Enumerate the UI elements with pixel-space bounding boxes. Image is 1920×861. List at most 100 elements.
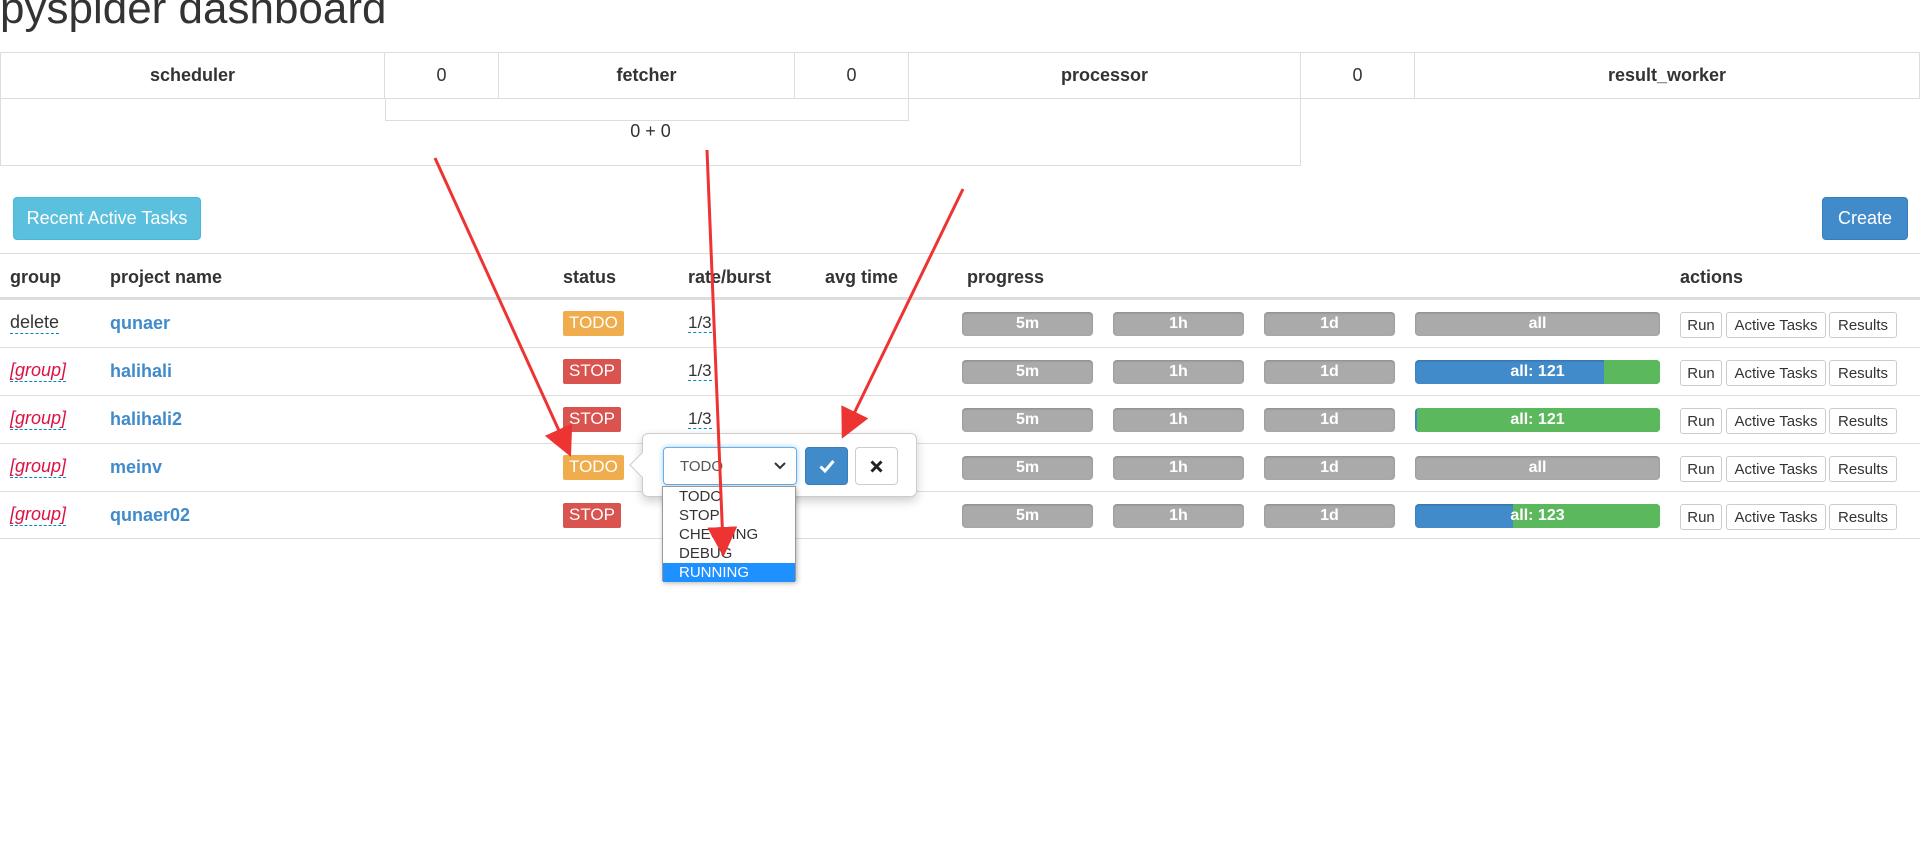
- progress-all: all: 121: [1415, 360, 1660, 384]
- progress-1h-label: 1h: [1169, 459, 1188, 476]
- progress-all-label: all: 123: [1510, 507, 1565, 524]
- status-badge[interactable]: TODO: [563, 310, 624, 337]
- active-tasks-button[interactable]: Active Tasks: [1726, 408, 1826, 434]
- header-actions: actions: [1680, 267, 1744, 287]
- progress-all-label: all: 121: [1510, 411, 1565, 428]
- progress-all: all: [1415, 456, 1660, 480]
- table-row: [group] meinv TODO 5m 1h 1d all Run Acti…: [0, 443, 1920, 491]
- status-dropdown-list: TODO STOP CHECKING DEBUG RUNNING: [662, 486, 796, 582]
- progress-5m: 5m: [962, 504, 1093, 528]
- header-progress: progress: [967, 267, 1045, 287]
- project-name-link[interactable]: halihali: [110, 361, 172, 382]
- progress-1d-label: 1d: [1320, 315, 1339, 332]
- progress-all: all: [1415, 312, 1660, 336]
- group-editable[interactable]: [group]: [10, 360, 67, 382]
- project-name-link[interactable]: meinv: [110, 457, 162, 478]
- progress-1h: 1h: [1113, 360, 1244, 384]
- status-option-checking[interactable]: CHECKING: [663, 525, 795, 544]
- progress-5m-label: 5m: [1015, 411, 1040, 428]
- progress-all: all: 121: [1415, 408, 1660, 432]
- progress-all-label: all: 121: [1510, 363, 1565, 380]
- progress-all-label: all: [1528, 315, 1547, 332]
- progress-1h-label: 1h: [1169, 507, 1188, 524]
- status-select-value: TODO: [680, 457, 724, 475]
- run-button[interactable]: Run: [1680, 504, 1722, 530]
- group-editable[interactable]: [group]: [10, 408, 67, 430]
- header-rate: rate/burst: [688, 267, 772, 287]
- results-button[interactable]: Results: [1829, 504, 1897, 530]
- progress-1h-label: 1h: [1169, 363, 1188, 380]
- table-row: [group] halihali2 STOP 1/3 5m 1h 1d all:…: [0, 395, 1920, 443]
- progress-1d-label: 1d: [1320, 507, 1339, 524]
- run-button[interactable]: Run: [1680, 408, 1722, 434]
- stat-processor-value: 0: [1300, 52, 1415, 99]
- progress-1d-label: 1d: [1320, 459, 1339, 476]
- progress-1h-label: 1h: [1169, 411, 1188, 428]
- active-tasks-button[interactable]: Active Tasks: [1726, 456, 1826, 482]
- progress-1d: 1d: [1264, 504, 1395, 528]
- header-avg-time: avg time: [825, 267, 899, 287]
- run-button[interactable]: Run: [1680, 312, 1722, 338]
- stat-result-worker-label: result_worker: [1414, 52, 1920, 99]
- results-button[interactable]: Results: [1829, 456, 1897, 482]
- progress-5m-label: 5m: [1015, 315, 1040, 332]
- group-editable[interactable]: [group]: [10, 504, 67, 526]
- progress-1h: 1h: [1113, 504, 1244, 528]
- run-button[interactable]: Run: [1680, 456, 1722, 482]
- active-tasks-button[interactable]: Active Tasks: [1726, 312, 1826, 338]
- progress-1d: 1d: [1264, 312, 1395, 336]
- status-badge[interactable]: STOP: [563, 358, 621, 385]
- progress-all-label: all: [1528, 459, 1547, 476]
- progress-1h: 1h: [1113, 408, 1244, 432]
- progress-1d: 1d: [1264, 456, 1395, 480]
- progress-1h-label: 1h: [1169, 315, 1188, 332]
- progress-5m: 5m: [962, 360, 1093, 384]
- progress-1h: 1h: [1113, 312, 1244, 336]
- project-name-link[interactable]: halihali2: [110, 409, 182, 430]
- page-title: pyspider dashboard: [0, 0, 387, 33]
- progress-5m-label: 5m: [1015, 363, 1040, 380]
- table-row: [group] qunaer02 STOP 5m 1h 1d all: 123 …: [0, 491, 1920, 539]
- progress-1d-label: 1d: [1320, 411, 1339, 428]
- progress-5m: 5m: [962, 408, 1093, 432]
- cancel-button[interactable]: [855, 447, 898, 485]
- rate-editable[interactable]: 1/3: [688, 313, 712, 334]
- status-option-stop[interactable]: STOP: [663, 506, 795, 525]
- results-button[interactable]: Results: [1829, 360, 1897, 386]
- results-button[interactable]: Results: [1829, 408, 1897, 434]
- progress-1h: 1h: [1113, 456, 1244, 480]
- header-project-name: project name: [110, 267, 223, 287]
- results-button[interactable]: Results: [1829, 312, 1897, 338]
- table-header: group project name status rate/burst avg…: [0, 253, 1920, 299]
- status-badge[interactable]: STOP: [563, 406, 621, 433]
- progress-all: all: 123: [1415, 504, 1660, 528]
- check-icon: [818, 460, 835, 473]
- progress-5m: 5m: [962, 456, 1093, 480]
- create-button[interactable]: Create: [1822, 197, 1908, 240]
- group-editable[interactable]: delete: [10, 312, 60, 334]
- project-name-link[interactable]: qunaer02: [110, 505, 190, 526]
- rate-editable[interactable]: 1/3: [688, 409, 712, 430]
- confirm-button[interactable]: [805, 447, 848, 485]
- table-row: [group] halihali STOP 1/3 5m 1h 1d all: …: [0, 347, 1920, 395]
- recent-active-tasks-button[interactable]: Recent Active Tasks: [13, 197, 201, 240]
- active-tasks-button[interactable]: Active Tasks: [1726, 504, 1826, 530]
- stat-fetcher-label: fetcher: [498, 52, 795, 99]
- progress-5m: 5m: [962, 312, 1093, 336]
- status-option-debug[interactable]: DEBUG: [663, 544, 795, 563]
- group-editable[interactable]: [group]: [10, 456, 67, 478]
- rate-editable[interactable]: 1/3: [688, 361, 712, 382]
- status-option-todo[interactable]: TODO: [663, 487, 795, 506]
- status-badge[interactable]: TODO: [563, 454, 624, 481]
- progress-1d: 1d: [1264, 360, 1395, 384]
- close-icon: [870, 459, 883, 473]
- stat-scheduler-label: scheduler: [0, 52, 385, 99]
- stat-subbar: [385, 98, 909, 121]
- run-button[interactable]: Run: [1680, 360, 1722, 386]
- status-option-running[interactable]: RUNNING: [663, 563, 795, 582]
- project-name-link[interactable]: qunaer: [110, 313, 170, 334]
- status-badge[interactable]: STOP: [563, 502, 621, 529]
- projects-table: group project name status rate/burst avg…: [0, 253, 1920, 539]
- active-tasks-button[interactable]: Active Tasks: [1726, 360, 1826, 386]
- status-select[interactable]: TODO: [663, 447, 797, 485]
